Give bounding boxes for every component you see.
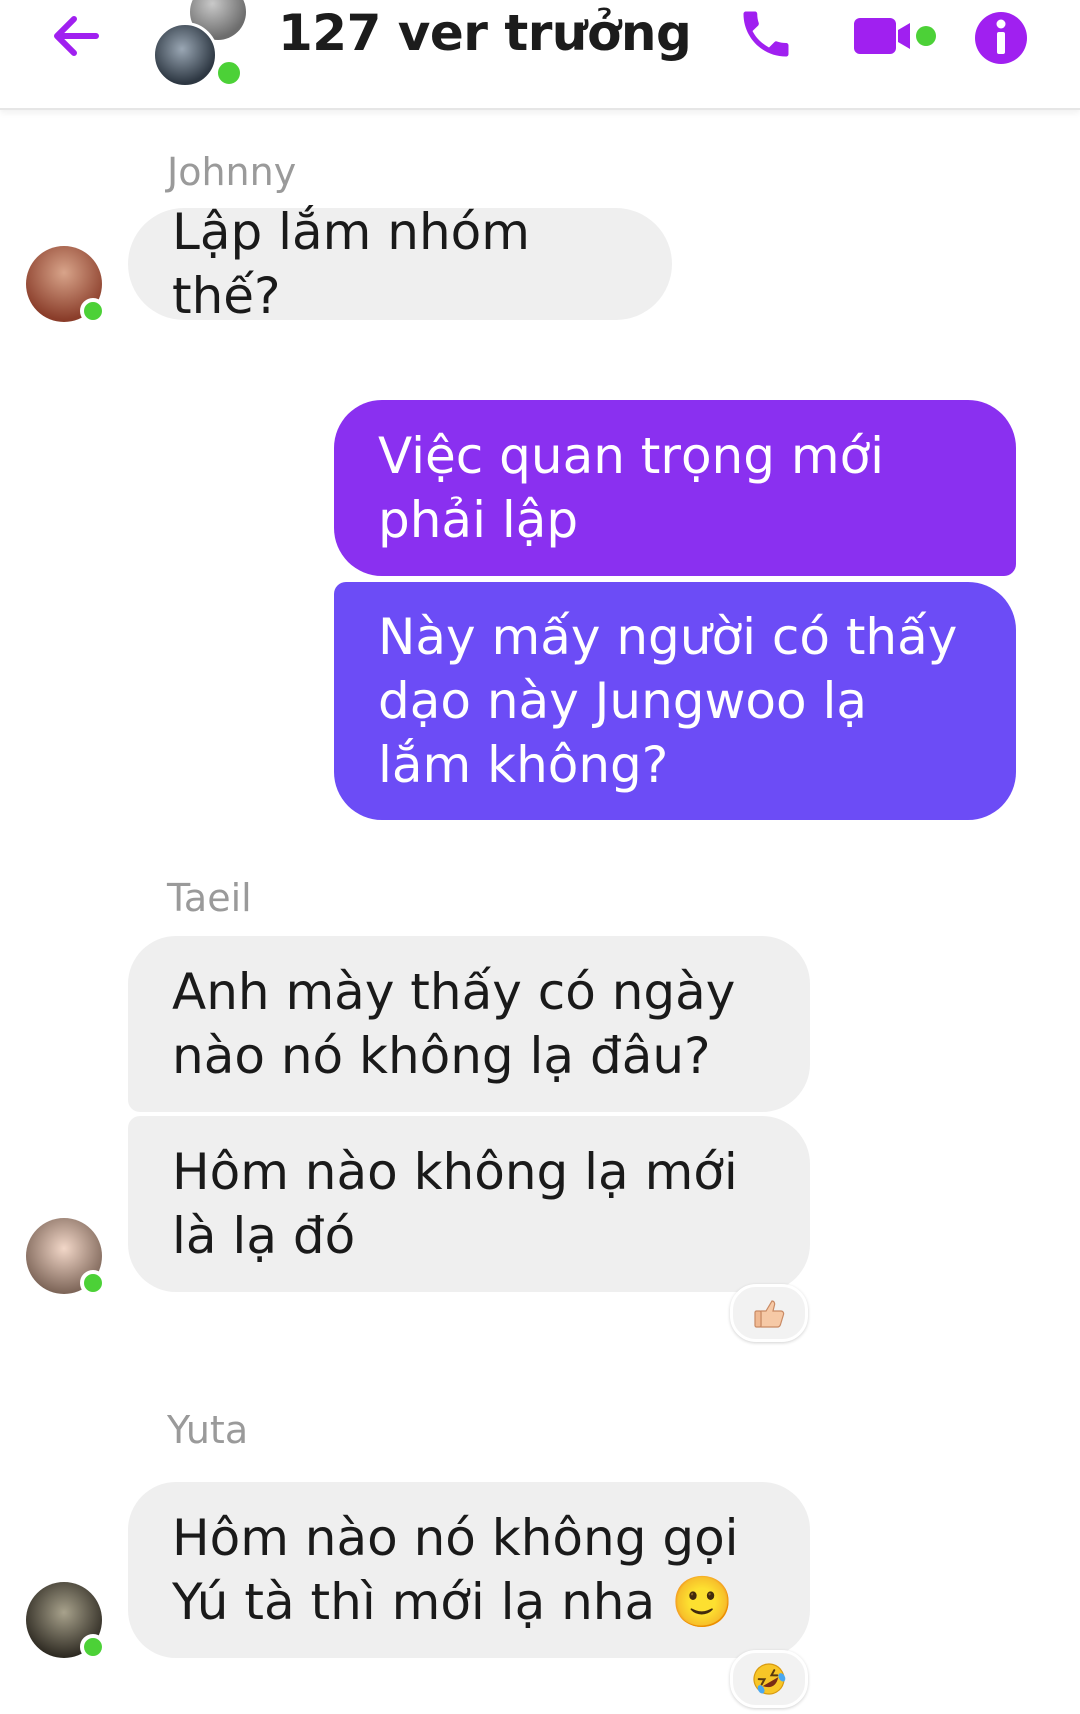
rolling-on-floor-laughing-icon xyxy=(753,1663,786,1695)
sender-name: Johnny xyxy=(167,150,297,194)
message-bubble[interactable]: Lập lắm nhóm thế? xyxy=(128,203,672,325)
conversation-header: 127 ver trưởng xyxy=(0,0,1080,110)
sender-name: Taeil xyxy=(167,876,252,920)
info-button[interactable] xyxy=(972,4,1030,64)
message-bubble[interactable]: Hôm nào không lạ mới là lạ đó xyxy=(128,1116,810,1292)
back-button[interactable] xyxy=(46,6,106,66)
message-bubble[interactable]: Anh mày thấy có ngày nào nó không lạ đâu… xyxy=(128,936,810,1112)
message-reaction[interactable] xyxy=(730,1650,808,1708)
online-indicator xyxy=(214,58,244,88)
info-icon xyxy=(975,12,1027,64)
online-indicator xyxy=(80,298,106,324)
message-bubble[interactable]: Này mấy người có thấy dạo này Jungwoo lạ… xyxy=(334,582,1016,820)
member-avatar xyxy=(152,22,218,88)
conversation-title[interactable]: 127 ver trưởng xyxy=(278,4,692,62)
message-text: Anh mày thấy có ngày nào nó không lạ đâu… xyxy=(172,963,736,1085)
message-bubble[interactable]: Hôm nào nó không gọi Yú tà thì mới lạ nh… xyxy=(128,1482,810,1658)
voice-call-button[interactable] xyxy=(736,4,796,64)
sender-name: Yuta xyxy=(167,1408,249,1452)
avatar[interactable] xyxy=(26,246,106,324)
message-text: Hôm nào không lạ mới là lạ đó xyxy=(172,1143,738,1265)
avatar[interactable] xyxy=(26,1582,106,1660)
message-text: Hôm nào nó không gọi Yú tà thì mới lạ nh… xyxy=(172,1509,739,1631)
message-text: Này mấy người có thấy dạo này Jungwoo lạ… xyxy=(378,608,958,794)
message-text: Việc quan trọng mới phải lập xyxy=(378,427,885,549)
online-indicator xyxy=(80,1270,106,1296)
phone-icon xyxy=(743,11,789,57)
thumbs-up-icon xyxy=(754,1300,785,1328)
message-reaction[interactable] xyxy=(730,1284,808,1342)
message-text: Lập lắm nhóm thế? xyxy=(172,203,530,325)
avatar[interactable] xyxy=(26,1218,106,1296)
video-camera-icon xyxy=(854,18,936,54)
group-avatar[interactable] xyxy=(150,0,250,90)
video-call-button[interactable] xyxy=(852,4,944,64)
back-arrow-icon xyxy=(54,16,99,56)
message-bubble[interactable]: Việc quan trọng mới phải lập xyxy=(334,400,1016,576)
online-indicator xyxy=(80,1634,106,1660)
